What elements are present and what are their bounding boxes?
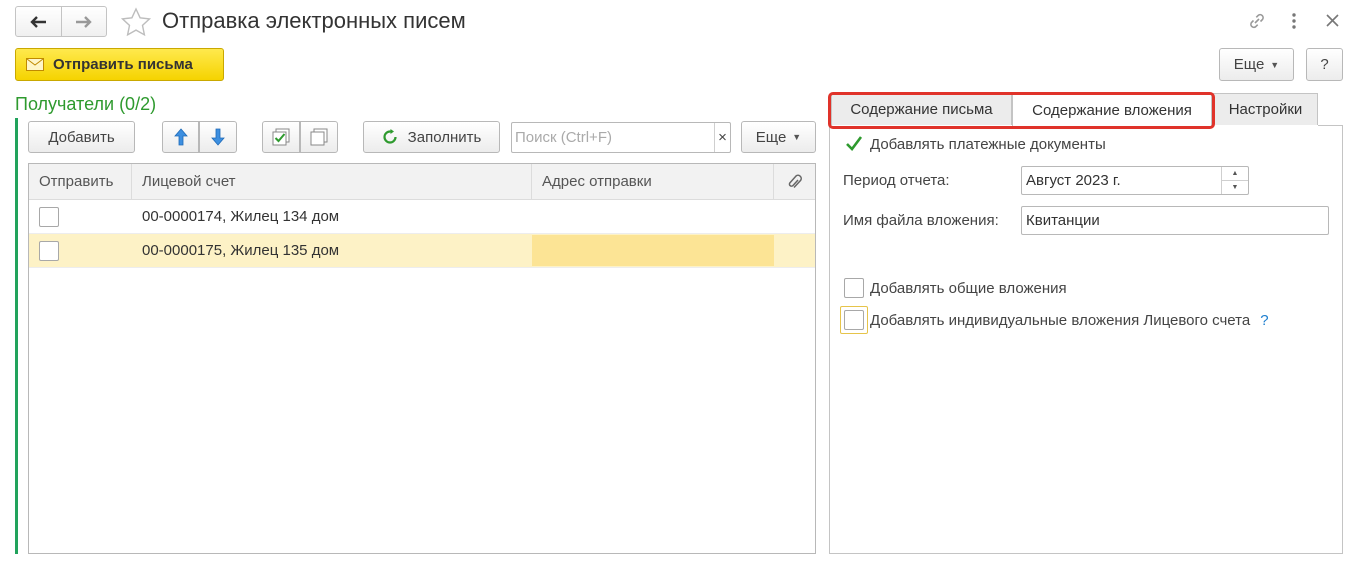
envelope-icon [26, 58, 44, 71]
column-attachment[interactable] [774, 164, 815, 199]
add-individual-option[interactable]: Добавлять индивидуальные вложения Лицево… [844, 310, 1269, 330]
stepper-up-icon[interactable]: ▲ [1222, 167, 1248, 180]
uncheck-all-button[interactable] [300, 121, 338, 153]
link-icon[interactable] [1247, 11, 1267, 31]
arrow-left-icon [30, 15, 47, 28]
table-row[interactable]: 00-0000174, Жилец 134 дом [29, 200, 815, 234]
send-cell [29, 234, 132, 267]
add-payment-docs-label: Добавлять платежные документы [870, 135, 1106, 153]
column-account[interactable]: Лицевой счет [132, 164, 532, 199]
account-cell: 00-0000175, Жилец 135 дом [142, 242, 340, 259]
column-address[interactable]: Адрес отправки [532, 164, 774, 199]
add-button[interactable]: Добавить [28, 121, 135, 153]
section-marker [15, 118, 18, 554]
more-label: Еще [755, 128, 787, 146]
send-cell [29, 200, 132, 233]
search-clear-button[interactable]: × [714, 123, 730, 152]
arrow-up-icon [173, 128, 188, 146]
account-cell: 00-0000174, Жилец 134 дом [142, 208, 340, 225]
filename-field[interactable]: Квитанции [1021, 206, 1329, 235]
help-tooltip-icon[interactable]: ? [1260, 312, 1268, 329]
column-send[interactable]: Отправить [29, 164, 132, 199]
paperclip-icon [788, 174, 802, 188]
recipients-more-button[interactable]: Еще ▼ [741, 121, 816, 153]
table-row-selected[interactable]: 00-0000175, Жилец 135 дом [29, 234, 815, 268]
stepper-down-icon[interactable]: ▼ [1222, 180, 1248, 194]
filename-label: Имя файла вложения: [843, 212, 999, 229]
add-individual-checkbox[interactable] [844, 310, 864, 330]
more-label: Еще [1233, 56, 1265, 73]
refresh-icon [383, 129, 397, 144]
add-common-checkbox[interactable] [844, 278, 864, 298]
send-letters-label: Отправить письма [53, 56, 193, 73]
period-field[interactable]: Август 2023 г. ▲ ▼ [1021, 166, 1249, 195]
add-common-option[interactable]: Добавлять общие вложения [844, 278, 1067, 298]
help-button[interactable]: ? [1306, 48, 1343, 81]
forward-button[interactable] [60, 7, 107, 36]
checkmark-icon [846, 136, 863, 151]
kebab-menu-icon[interactable] [1290, 12, 1298, 30]
add-common-label: Добавлять общие вложения [870, 279, 1067, 297]
tab-letter-content[interactable]: Содержание письма [831, 93, 1012, 125]
send-checkbox[interactable] [39, 240, 59, 261]
address-cell[interactable] [532, 235, 774, 266]
star-icon[interactable] [120, 7, 152, 37]
arrow-down-icon [211, 128, 225, 146]
navigation-buttons [15, 6, 107, 37]
move-up-button[interactable] [162, 121, 199, 153]
recipients-title: Получатели (0/2) [15, 94, 157, 114]
tab-settings[interactable]: Настройки [1213, 93, 1318, 125]
period-label: Период отчета: [843, 172, 950, 189]
chevron-down-icon: ▼ [1270, 59, 1280, 70]
send-letters-button[interactable]: Отправить письма [15, 48, 224, 81]
uncheck-all-icon [310, 128, 328, 146]
send-checkbox[interactable] [39, 206, 59, 227]
fill-label: Заполнить [407, 128, 482, 146]
period-stepper[interactable]: ▲ ▼ [1221, 167, 1248, 194]
add-payment-docs-checkbox[interactable] [844, 134, 864, 154]
filename-value: Квитанции [1026, 212, 1100, 229]
close-icon[interactable] [1326, 14, 1339, 27]
address-cell[interactable] [532, 200, 774, 233]
table-header: Отправить Лицевой счет Адрес отправки [29, 164, 815, 200]
check-all-button[interactable] [262, 121, 300, 153]
attachment-cell [774, 234, 815, 267]
arrow-right-icon [75, 15, 92, 28]
more-actions-button[interactable]: Еще ▼ [1219, 48, 1294, 81]
chevron-down-icon: ▼ [792, 132, 802, 142]
search-box: × [511, 122, 731, 153]
search-input[interactable] [512, 123, 714, 152]
back-button[interactable] [16, 7, 61, 36]
fill-button[interactable]: Заполнить [363, 121, 500, 153]
add-payment-docs-option[interactable]: Добавлять платежные документы [844, 134, 1106, 154]
add-individual-label: Добавлять индивидуальные вложения Лицево… [870, 311, 1251, 329]
move-down-button[interactable] [199, 121, 237, 153]
page-title: Отправка электронных писем [162, 8, 466, 33]
period-value: Август 2023 г. [1026, 172, 1121, 189]
recipients-table: Отправить Лицевой счет Адрес отправки 00… [28, 163, 816, 554]
tab-attachment-content[interactable]: Содержание вложения [1012, 93, 1212, 126]
attachment-cell [774, 200, 815, 233]
check-all-icon [272, 128, 290, 146]
